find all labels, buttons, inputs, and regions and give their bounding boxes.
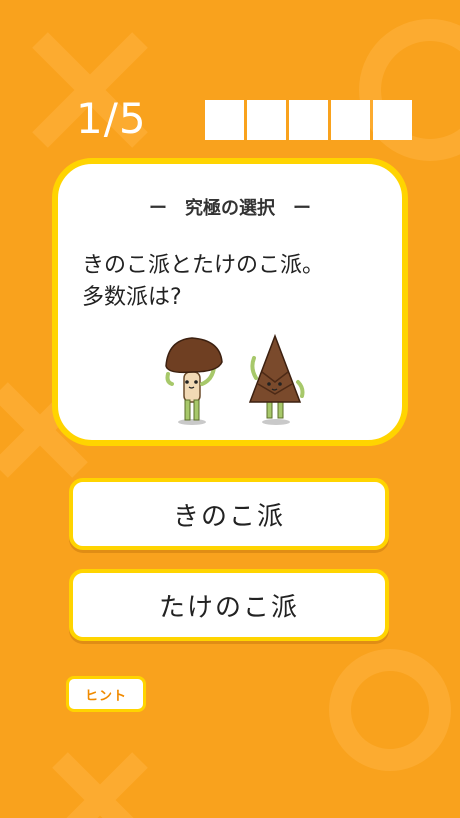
- question-progress: 1/5: [76, 94, 147, 143]
- question-card: ー 究極の選択 ー きのこ派とたけのこ派。 多数派は?: [52, 158, 408, 446]
- mushroom-character-icon: [165, 337, 223, 425]
- question-category-title: ー 究極の選択 ー: [149, 198, 311, 219]
- question-line-1: きのこ派とたけのこ派。: [82, 253, 325, 278]
- question-line-2: 多数派は?: [82, 285, 182, 310]
- question-text: きのこ派とたけのこ派。 多数派は?: [82, 250, 402, 314]
- hint-button[interactable]: ヒント: [66, 676, 146, 712]
- score-slot: [205, 100, 244, 140]
- answer-button-kinoko[interactable]: きのこ派: [69, 478, 389, 550]
- bamboo-shoot-character-icon: [248, 333, 305, 425]
- answer-button-takenoko[interactable]: たけのこ派: [69, 569, 389, 641]
- score-slots: [205, 100, 412, 140]
- score-slot: [373, 100, 412, 140]
- characters-illustration: [165, 333, 305, 425]
- score-slot: [289, 100, 328, 140]
- score-slot: [247, 100, 286, 140]
- score-slot: [331, 100, 370, 140]
